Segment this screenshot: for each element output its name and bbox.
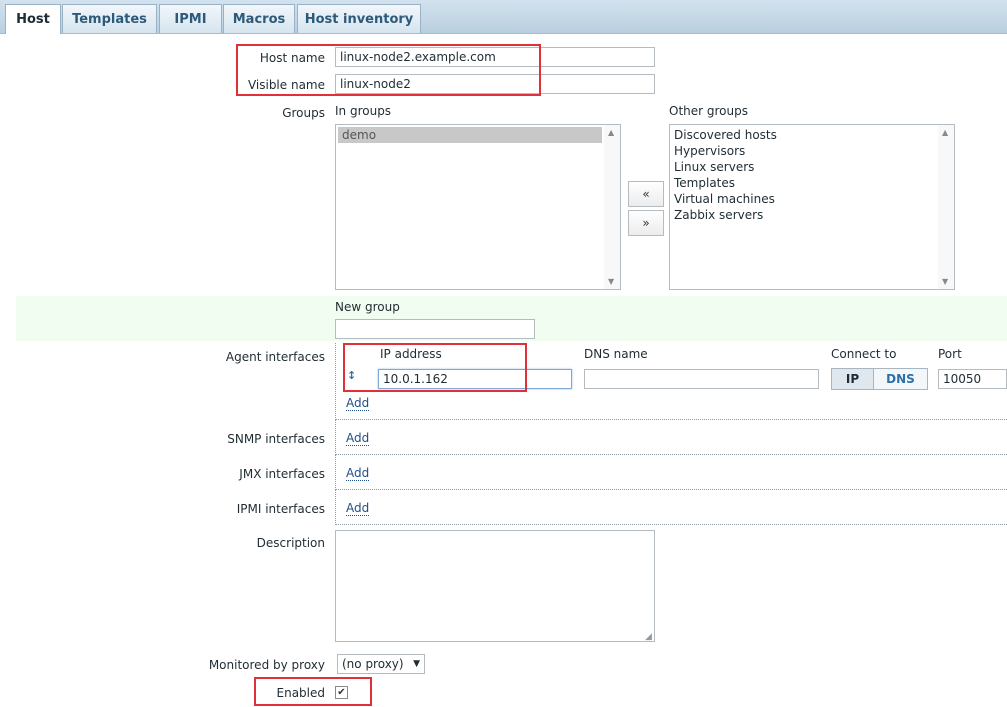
in-groups-label: In groups	[335, 104, 392, 118]
dns-name-header: DNS name	[584, 347, 648, 361]
add-snmp-interface-link[interactable]: Add	[346, 431, 370, 446]
ipmi-interfaces-box	[335, 490, 1007, 525]
connect-dns-button[interactable]: DNS	[873, 368, 928, 390]
highlight-enabled	[254, 677, 372, 706]
tab-host-inventory[interactable]: Host inventory	[297, 4, 421, 33]
scroll-down-icon: ▼	[608, 277, 615, 286]
scroll-up-icon: ▲	[942, 128, 949, 137]
in-groups-scrollbar[interactable]: ▲ ▼	[604, 125, 620, 289]
connect-ip-button[interactable]: IP	[831, 368, 874, 390]
highlight-ip-address	[343, 343, 527, 392]
proxy-select[interactable]: (no proxy) ▼	[337, 654, 425, 674]
ipmi-interfaces-label: IPMI interfaces	[236, 502, 325, 516]
other-groups-label: Other groups	[669, 104, 748, 118]
agent-interfaces-label: Agent interfaces	[225, 350, 325, 364]
description-label: Description	[256, 536, 325, 550]
port-header: Port	[938, 347, 962, 361]
other-groups-option[interactable]: Discovered hosts	[670, 127, 954, 143]
tab-macros[interactable]: Macros	[223, 4, 295, 33]
other-groups-option[interactable]: Virtual machines	[670, 191, 954, 207]
other-groups-scrollbar[interactable]: ▲ ▼	[938, 125, 954, 289]
new-group-label: New group	[335, 300, 400, 314]
other-groups-option[interactable]: Zabbix servers	[670, 207, 954, 223]
jmx-interfaces-label: JMX interfaces	[239, 467, 325, 481]
description-textarea[interactable]	[335, 530, 655, 642]
monitored-by-proxy-label: Monitored by proxy	[208, 658, 325, 672]
dns-name-input[interactable]	[584, 369, 819, 389]
chevron-down-icon: ▼	[413, 659, 420, 669]
connect-to-header: Connect to	[831, 347, 897, 361]
add-agent-interface-link[interactable]: Add	[346, 396, 370, 411]
highlight-name-fields	[236, 44, 541, 96]
scroll-down-icon: ▼	[942, 277, 949, 286]
snmp-interfaces-box	[335, 420, 1007, 455]
in-groups-option[interactable]: demo	[338, 127, 602, 143]
scroll-up-icon: ▲	[608, 128, 615, 137]
in-groups-listbox[interactable]: demo ▲ ▼	[335, 124, 621, 290]
port-input[interactable]: 10050	[938, 369, 1007, 389]
resize-grip-icon[interactable]: ◢	[645, 632, 652, 642]
proxy-select-value: (no proxy)	[342, 657, 404, 671]
other-groups-option[interactable]: Linux servers	[670, 159, 954, 175]
other-groups-option[interactable]: Templates	[670, 175, 954, 191]
add-jmx-interface-link[interactable]: Add	[346, 466, 370, 481]
new-group-input[interactable]	[335, 319, 535, 339]
tab-templates[interactable]: Templates	[62, 4, 157, 33]
snmp-interfaces-label: SNMP interfaces	[227, 432, 325, 446]
groups-label: Groups	[282, 106, 325, 120]
move-left-button[interactable]: «	[628, 181, 664, 207]
other-groups-listbox[interactable]: Discovered hosts Hypervisors Linux serve…	[669, 124, 955, 290]
tab-bar: Host Templates IPMI Macros Host inventor…	[0, 0, 1007, 34]
tab-ipmi[interactable]: IPMI	[159, 4, 222, 33]
other-groups-option[interactable]: Hypervisors	[670, 143, 954, 159]
jmx-interfaces-box	[335, 455, 1007, 490]
move-right-button[interactable]: »	[628, 210, 664, 236]
tab-host[interactable]: Host	[5, 4, 61, 34]
add-ipmi-interface-link[interactable]: Add	[346, 501, 370, 516]
